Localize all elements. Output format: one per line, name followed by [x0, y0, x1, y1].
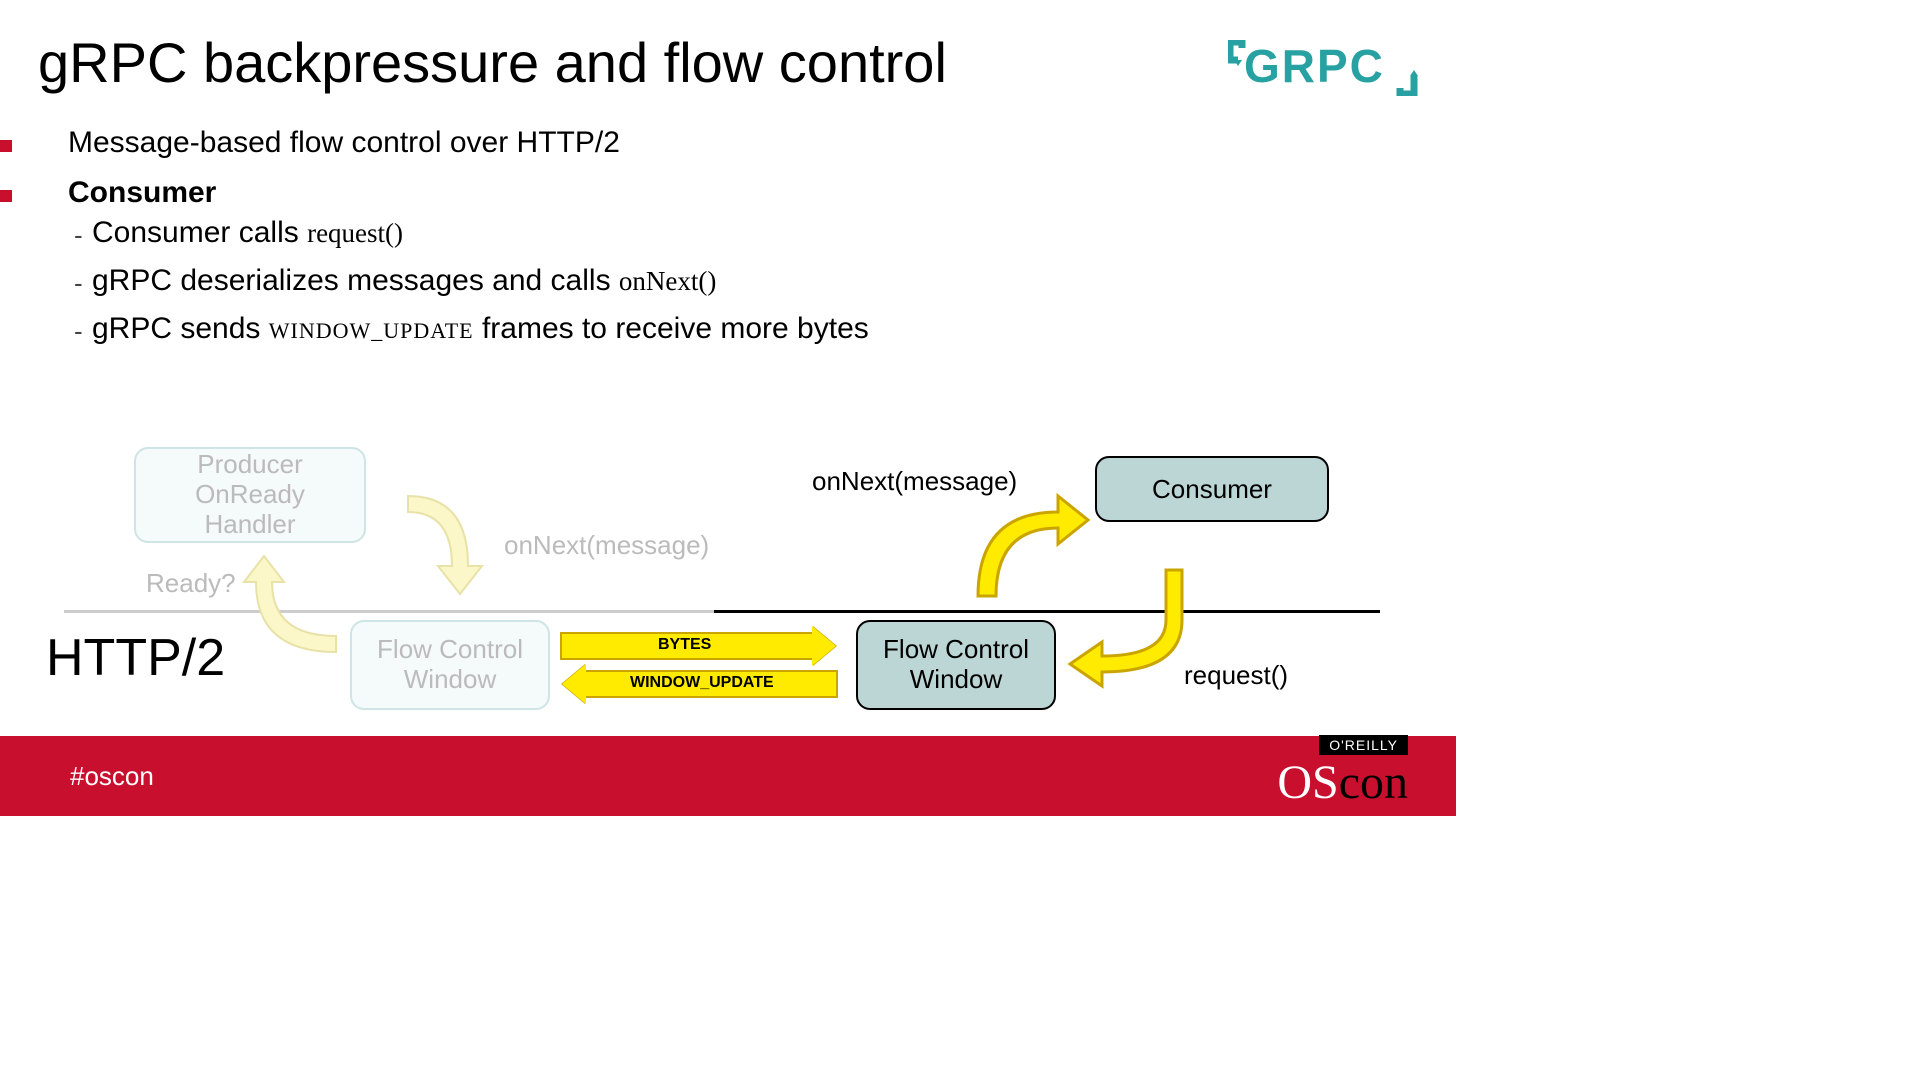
text: Consumer calls	[92, 216, 307, 249]
producer-box-faded: Producer OnReady Handler	[134, 447, 366, 543]
bullet-icon	[0, 140, 12, 152]
request-label: request()	[1184, 660, 1288, 691]
ready-label-faded: Ready?	[146, 568, 236, 599]
code-text: onNext()	[619, 266, 716, 296]
oscon-logo: O'REILLY OScon	[1277, 735, 1408, 810]
text: Flow Control	[377, 635, 523, 665]
grpc-logo-text: GRPC	[1244, 40, 1385, 92]
text: frames to receive more bytes	[474, 312, 869, 345]
footer-bar	[0, 736, 1456, 816]
text: Flow Control	[883, 635, 1029, 665]
sub-bullet-1: Consumer calls request()	[92, 216, 403, 250]
text: Window	[910, 665, 1002, 695]
text: Handler	[204, 510, 295, 540]
sub-bullet-2: gRPC deserializes messages and calls onN…	[92, 264, 716, 298]
code-text: WINDOW_UPDATE	[269, 318, 474, 343]
text: gRPC sends	[92, 312, 269, 345]
bullet-2: Consumer	[68, 176, 216, 210]
text: gRPC deserializes messages and calls	[92, 264, 619, 297]
ready-arrow-icon	[236, 542, 346, 672]
onnext-arrow-faded-icon	[398, 478, 508, 608]
text: OnReady	[195, 480, 305, 510]
code-text: request()	[307, 218, 403, 248]
dash-icon: -	[74, 220, 83, 251]
onnext-label-faded: onNext(message)	[504, 530, 709, 561]
text: con	[1339, 756, 1408, 809]
text: Producer	[197, 450, 303, 480]
request-arrow-icon	[1062, 560, 1202, 700]
flow-control-right-box: Flow Control Window	[856, 620, 1056, 710]
text: OS	[1277, 756, 1338, 809]
http2-line	[714, 610, 1380, 613]
text: Window	[404, 665, 496, 695]
oscon-wordmark: OScon	[1277, 755, 1408, 810]
window-update-label: WINDOW_UPDATE	[630, 674, 774, 692]
consumer-box: Consumer	[1095, 456, 1329, 522]
hashtag: #oscon	[70, 761, 154, 792]
bytes-label: BYTES	[658, 636, 711, 654]
http2-label: HTTP/2	[46, 628, 225, 688]
slide-title: gRPC backpressure and flow control	[38, 30, 947, 95]
bullet-1: Message-based flow control over HTTP/2	[68, 126, 620, 160]
flow-control-left-faded: Flow Control Window	[350, 620, 550, 710]
dash-icon: -	[74, 316, 83, 347]
bullet-icon	[0, 190, 12, 202]
sub-bullet-3: gRPC sends WINDOW_UPDATE frames to recei…	[92, 312, 869, 346]
grpc-logo: GRPC	[1228, 40, 1418, 108]
dash-icon: -	[74, 268, 83, 299]
oreilly-badge: O'REILLY	[1319, 735, 1408, 755]
http2-line-faded	[64, 610, 714, 613]
